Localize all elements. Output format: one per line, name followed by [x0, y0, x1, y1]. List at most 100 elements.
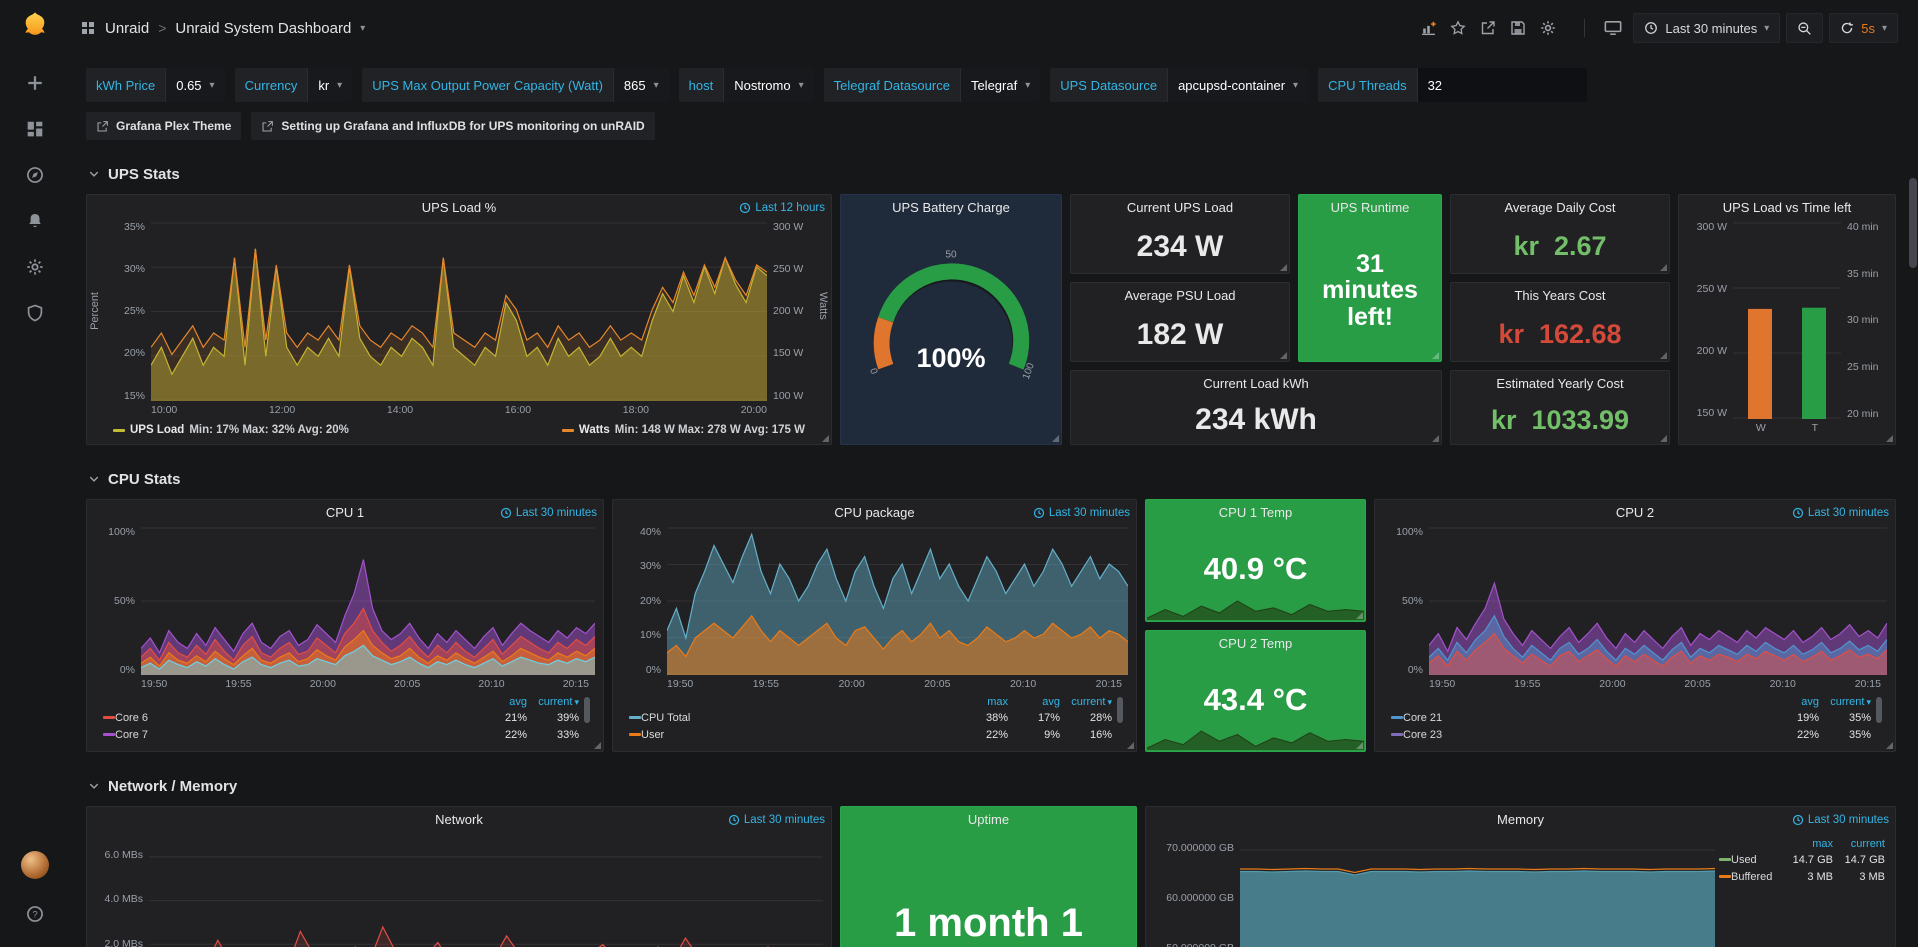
- panel-header[interactable]: Estimated Yearly Cost: [1451, 371, 1669, 396]
- panel-header[interactable]: CPU 2 Temp: [1146, 631, 1365, 656]
- refresh-caret-icon[interactable]: ▾: [1882, 23, 1887, 34]
- panel-header[interactable]: Average PSU Load: [1071, 283, 1289, 308]
- cpu-threads-input[interactable]: 32: [1417, 68, 1587, 102]
- scrollbar-thumb[interactable]: [1909, 178, 1917, 268]
- legend-column-header[interactable]: current▾: [1060, 696, 1112, 708]
- dashboard-title[interactable]: Unraid System Dashboard: [175, 20, 351, 37]
- panel-header[interactable]: UPS Battery Charge: [841, 195, 1061, 220]
- legend-scrollbar[interactable]: [1876, 697, 1882, 723]
- panel-header[interactable]: CPU package Last 30 minutes: [613, 500, 1136, 525]
- link-ups-monitoring-guide[interactable]: Setting up Grafana and InfluxDB for UPS …: [251, 112, 654, 140]
- star-dashboard-button[interactable]: [1444, 15, 1472, 41]
- legend-scrollbar[interactable]: [584, 697, 590, 723]
- panel-header[interactable]: UPS Runtime: [1299, 195, 1441, 220]
- sort-caret-icon: ▾: [1866, 697, 1871, 707]
- share-dashboard-button[interactable]: [1474, 15, 1502, 41]
- legend-row[interactable]: CPU Total38%17%28%: [629, 709, 1112, 726]
- panel-header[interactable]: This Years Cost: [1451, 283, 1669, 308]
- plot-area[interactable]: [149, 834, 823, 947]
- panel-time-range[interactable]: Last 30 minutes: [1792, 807, 1889, 832]
- sidebar-configuration-button[interactable]: [13, 248, 57, 286]
- cpu-package-chart[interactable]: 40%30%20%10%0%19:5019:5520:0020:0520:102…: [621, 527, 1128, 694]
- legend-column-header[interactable]: max: [1781, 838, 1833, 850]
- time-picker-button[interactable]: Last 30 minutes ▾: [1633, 13, 1780, 43]
- row-toggle-ups-stats[interactable]: UPS Stats: [88, 164, 1896, 184]
- cycle-view-mode-button[interactable]: [1599, 15, 1627, 41]
- ups-load-chart[interactable]: 35%30%25%20%15%300 W250 W200 W150 W100 W…: [105, 222, 813, 420]
- variable-ups-max-output[interactable]: UPS Max Output Power Capacity (Watt)865▾: [362, 68, 668, 102]
- page-scrollbar[interactable]: [1909, 58, 1917, 943]
- cpu1-chart[interactable]: 100%50%0%19:5019:5520:0020:0520:1020:15: [95, 527, 595, 694]
- zoom-out-time-button[interactable]: [1786, 13, 1823, 43]
- refresh-interval[interactable]: 5s: [1861, 21, 1875, 36]
- legend-row[interactable]: Core 2119%35%: [1391, 709, 1871, 726]
- legend-row[interactable]: Used14.7 GB14.7 GB: [1719, 851, 1885, 868]
- legend-column-header[interactable]: avg: [475, 696, 527, 708]
- legend-column-header[interactable]: max: [956, 696, 1008, 708]
- legend-row[interactable]: Buffered3 MB3 MB: [1719, 868, 1885, 885]
- plot-area[interactable]: [1733, 222, 1841, 419]
- legend-column-header[interactable]: avg: [1008, 696, 1060, 708]
- legend-item-watts[interactable]: WattsMin: 148 W Max: 278 W Avg: 175 W: [562, 424, 805, 436]
- legend-column-header[interactable]: current▾: [1819, 696, 1871, 708]
- panel-header[interactable]: UPS Load vs Time left: [1679, 195, 1895, 220]
- panel-header[interactable]: CPU 1 Last 30 minutes: [87, 500, 603, 525]
- panel-header[interactable]: Average Daily Cost: [1451, 195, 1669, 220]
- variable-telegraf-datasource[interactable]: Telegraf DatasourceTelegraf▾: [824, 68, 1041, 102]
- refresh-button[interactable]: 5s ▾: [1829, 13, 1898, 43]
- panel-header[interactable]: UPS Load % Last 12 hours: [87, 195, 831, 220]
- sidebar-alerting-button[interactable]: [13, 202, 57, 240]
- variable-ups-datasource[interactable]: UPS Datasourceapcupsd-container▾: [1050, 68, 1308, 102]
- plot-area[interactable]: [1240, 834, 1715, 947]
- panel-time-range[interactable]: Last 30 minutes: [1033, 500, 1130, 525]
- ups-load-vs-time-chart[interactable]: 300 W250 W200 W150 W40 min35 min30 min25…: [1687, 222, 1887, 438]
- user-avatar[interactable]: [21, 851, 49, 879]
- sidebar-explore-button[interactable]: [13, 156, 57, 194]
- variable-kwh-price[interactable]: kWh Price0.65▾: [86, 68, 225, 102]
- network-chart[interactable]: 6.0 MBs4.0 MBs2.0 MBs: [95, 834, 823, 947]
- panel-header[interactable]: Current Load kWh: [1071, 371, 1441, 396]
- panel-header[interactable]: CPU 2 Last 30 minutes: [1375, 500, 1895, 525]
- variable-currency[interactable]: Currencykr▾: [235, 68, 353, 102]
- panel-time-range[interactable]: Last 30 minutes: [1792, 500, 1889, 525]
- dashboard-grid-icon[interactable]: [80, 20, 96, 36]
- panel-time-range[interactable]: Last 12 hours: [739, 195, 825, 220]
- sidebar-server-admin-button[interactable]: [13, 294, 57, 332]
- dashboard-settings-button[interactable]: [1534, 15, 1562, 41]
- panel-time-range[interactable]: Last 30 minutes: [728, 807, 825, 832]
- breadcrumb-app[interactable]: Unraid: [105, 20, 149, 37]
- panel-time-range[interactable]: Last 30 minutes: [500, 500, 597, 525]
- panel-header[interactable]: Uptime: [841, 807, 1136, 832]
- memory-chart[interactable]: 70.000000 GB60.000000 GB50.000000 GB: [1154, 834, 1715, 947]
- panel-header[interactable]: CPU 1 Temp: [1146, 500, 1365, 525]
- panel-header[interactable]: Current UPS Load: [1071, 195, 1289, 220]
- legend-row[interactable]: Core 2322%35%: [1391, 726, 1871, 743]
- sidebar-dashboards-button[interactable]: [13, 110, 57, 148]
- external-link-icon: [96, 120, 109, 133]
- legend-scrollbar[interactable]: [1117, 697, 1123, 723]
- add-panel-button[interactable]: [1414, 15, 1442, 41]
- cpu2-chart[interactable]: 100%50%0%19:5019:5520:0020:0520:1020:15: [1383, 527, 1887, 694]
- legend-column-header[interactable]: avg: [1767, 696, 1819, 708]
- plot-area[interactable]: [151, 222, 767, 401]
- panel-header[interactable]: Network Last 30 minutes: [87, 807, 831, 832]
- legend-column-header[interactable]: current: [1833, 838, 1885, 850]
- legend-item-ups-load[interactable]: UPS LoadMin: 17% Max: 32% Avg: 20%: [113, 424, 349, 436]
- row-toggle-network-memory[interactable]: Network / Memory: [88, 776, 1896, 796]
- plot-area[interactable]: [667, 527, 1128, 675]
- variable-host[interactable]: hostNostromo▾: [679, 68, 814, 102]
- plot-area[interactable]: [1429, 527, 1887, 675]
- grafana-logo[interactable]: [20, 10, 50, 40]
- dashboard-title-caret-icon[interactable]: ▾: [360, 23, 365, 34]
- row-toggle-cpu-stats[interactable]: CPU Stats: [88, 469, 1896, 489]
- save-dashboard-button[interactable]: [1504, 15, 1532, 41]
- legend-row[interactable]: Core 722%33%: [103, 726, 579, 743]
- legend-column-header[interactable]: current▾: [527, 696, 579, 708]
- sidebar-create-button[interactable]: [13, 64, 57, 102]
- plot-area[interactable]: [141, 527, 595, 675]
- panel-header[interactable]: Memory Last 30 minutes: [1146, 807, 1895, 832]
- legend-row[interactable]: Core 621%39%: [103, 709, 579, 726]
- legend-row[interactable]: User22%9%16%: [629, 726, 1112, 743]
- help-button[interactable]: ?: [13, 895, 57, 933]
- link-grafana-plex-theme[interactable]: Grafana Plex Theme: [86, 112, 241, 140]
